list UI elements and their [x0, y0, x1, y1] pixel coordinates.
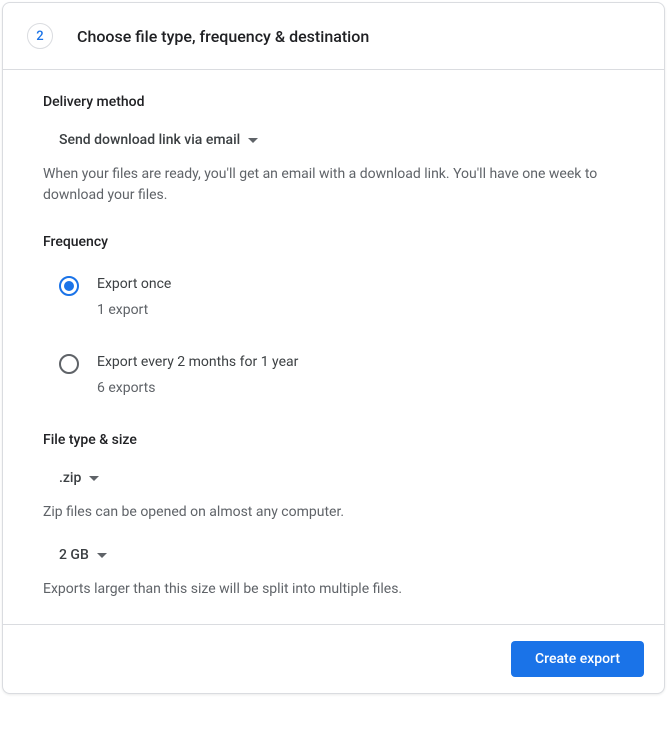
delivery-method-dropdown[interactable]: Send download link via email	[43, 128, 266, 152]
step-number: 2	[36, 29, 43, 44]
file-size-helper-text: Exports larger than this size will be sp…	[43, 579, 624, 600]
create-export-button[interactable]: Create export	[511, 641, 644, 677]
radio-text-group: Export every 2 months for 1 year 6 expor…	[97, 354, 298, 396]
radio-text-group: Export once 1 export	[97, 276, 171, 318]
delivery-helper-text: When your files are ready, you'll get an…	[43, 164, 624, 206]
chevron-down-icon	[89, 476, 99, 481]
create-export-label: Create export	[535, 651, 620, 667]
step-footer: Create export	[3, 624, 664, 693]
frequency-option-label: Export every 2 months for 1 year	[97, 354, 298, 370]
file-size-dropdown[interactable]: 2 GB	[43, 543, 115, 567]
frequency-section-title: Frequency	[43, 234, 624, 250]
frequency-option-once[interactable]: Export once 1 export	[43, 268, 624, 326]
radio-dot-icon	[64, 281, 74, 291]
file-size-selected: 2 GB	[59, 547, 89, 563]
file-type-selected: .zip	[59, 470, 81, 486]
delivery-method-selected: Send download link via email	[59, 132, 240, 148]
step-header: 2 Choose file type, frequency & destinat…	[3, 3, 664, 70]
step-number-badge: 2	[27, 23, 53, 49]
frequency-option-periodic[interactable]: Export every 2 months for 1 year 6 expor…	[43, 346, 624, 404]
step-content: Delivery method Send download link via e…	[3, 70, 664, 624]
chevron-down-icon	[248, 138, 258, 143]
filetype-section-title: File type & size	[43, 432, 624, 448]
step-title: Choose file type, frequency & destinatio…	[77, 27, 369, 46]
frequency-option-sublabel: 1 export	[97, 302, 171, 318]
chevron-down-icon	[97, 553, 107, 558]
file-type-dropdown[interactable]: .zip	[43, 466, 107, 490]
radio-button-icon	[59, 276, 79, 296]
export-step-card: 2 Choose file type, frequency & destinat…	[2, 2, 665, 694]
delivery-section-title: Delivery method	[43, 94, 624, 110]
frequency-option-sublabel: 6 exports	[97, 380, 298, 396]
radio-button-icon	[59, 354, 79, 374]
frequency-radio-group: Export once 1 export Export every 2 mont…	[43, 268, 624, 404]
frequency-option-label: Export once	[97, 276, 171, 292]
file-type-helper-text: Zip files can be opened on almost any co…	[43, 502, 624, 523]
